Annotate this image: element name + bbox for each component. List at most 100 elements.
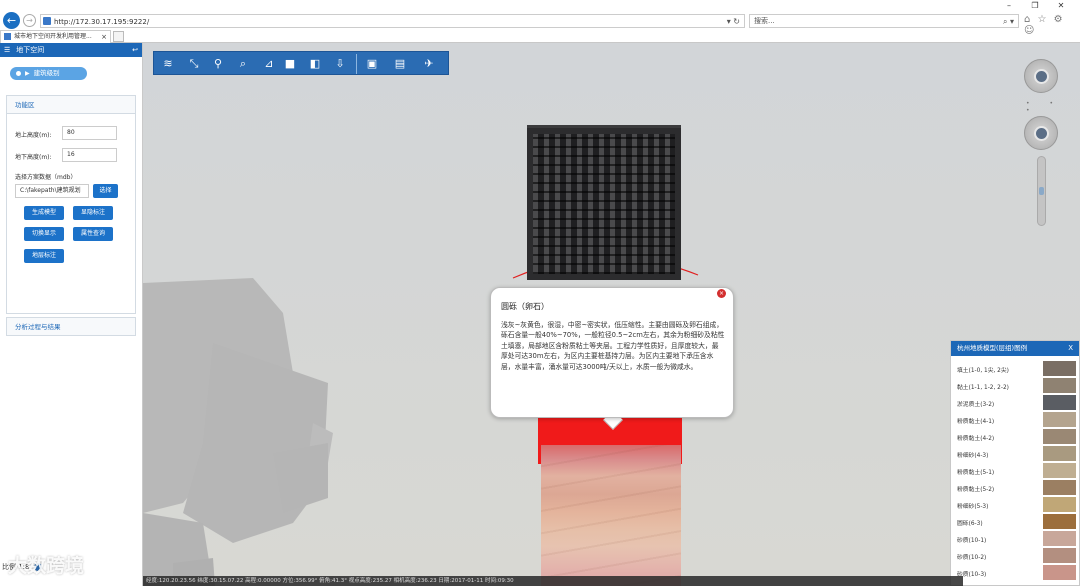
- site-favicon-icon: [43, 17, 51, 25]
- legend-swatch: [1043, 395, 1076, 410]
- dot-icon: [16, 70, 21, 76]
- address-url[interactable]: http://172.30.17.195:9222/: [54, 16, 149, 28]
- search-placeholder: 搜索...: [754, 17, 775, 25]
- forward-button[interactable]: →: [23, 14, 36, 27]
- download-icon[interactable]: ⇩: [331, 55, 349, 73]
- below-height-label: 地下高度(m):: [15, 154, 52, 161]
- legend-item-label: 粉细砂(5-3): [957, 504, 989, 510]
- broom-icon[interactable]: ⚲: [209, 55, 227, 73]
- window-controls[interactable]: – ❐ ✕: [996, 1, 1074, 10]
- left-panel: ☰ 地下空间 ↩ ▶ 建筑级别 功能区 地上高度(m): 80 地下高度(m): 1…: [0, 43, 143, 586]
- legend-swatch: [1043, 446, 1076, 461]
- gray-block: [273, 443, 328, 513]
- zoom-knob[interactable]: [1039, 187, 1044, 195]
- minimize-button[interactable]: –: [996, 1, 1022, 10]
- legend-item-label: 砂质(10-1): [957, 538, 987, 544]
- map-book-icon[interactable]: ▤: [391, 55, 409, 73]
- legend-swatch: [1043, 429, 1076, 444]
- watermark: 大数跨境: [8, 555, 85, 577]
- legend-swatch: [1043, 497, 1076, 512]
- search-box[interactable]: 搜索... ⌕ ▾: [749, 14, 1019, 28]
- airplane-icon[interactable]: ✈: [420, 55, 438, 73]
- legend-item-label: 淤泥质土(3-2): [957, 402, 995, 408]
- legend-title: 杭州地质模型(层组)图例: [957, 344, 1028, 352]
- popup-body: 浅灰~灰黄色，很湿，中密~密实状，低压缩性。主要由圆砾及卵石组成，砾石含量一般4…: [501, 321, 725, 371]
- geo-layer-stack[interactable]: [541, 445, 681, 586]
- pan-widget[interactable]: [1024, 116, 1058, 150]
- legend-item-label: 粉质黏土(4-1): [957, 419, 995, 425]
- nav-dots: • • •: [1026, 100, 1062, 114]
- legend-item-label: 粉质黏土(5-2): [957, 487, 995, 493]
- cursor-icon[interactable]: ⤡: [185, 55, 203, 73]
- popup-close-icon[interactable]: ×: [717, 289, 726, 298]
- back-icon[interactable]: ↩: [132, 43, 138, 57]
- tag-button-label: 建筑级别: [33, 69, 60, 77]
- above-height-label: 地上高度(m):: [15, 132, 52, 139]
- search-controls[interactable]: ⌕ ▾: [1003, 15, 1014, 28]
- legend-swatch: [1043, 565, 1076, 580]
- legend-item-label: 砂质(10-2): [957, 555, 987, 561]
- address-controls[interactable]: ▾ ↻: [727, 15, 740, 28]
- switch-display-button[interactable]: 切换显示: [24, 227, 64, 241]
- magnify-icon[interactable]: ⌕: [234, 55, 252, 73]
- choose-file-button[interactable]: 选择: [93, 184, 118, 198]
- play-arrow-icon: ▶: [25, 70, 30, 77]
- menu-icon[interactable]: ☰: [4, 43, 10, 57]
- browser-toolbar-icons[interactable]: ⌂ ☆ ⚙ ☺: [1024, 14, 1080, 36]
- legend-item-label: 黏土(1-1, 1-2, 2-2): [957, 385, 1009, 391]
- popup-title: 圆砾（卵石）: [501, 302, 549, 311]
- compass-center-icon[interactable]: [1034, 69, 1049, 84]
- function-section: 功能区 地上高度(m): 80 地下高度(m): 16 选择方案数据（mdb） …: [6, 95, 136, 314]
- generate-model-button[interactable]: 生成模型: [24, 206, 64, 220]
- legend-item-label: 圆砾(6-3): [957, 521, 983, 527]
- new-tab-button[interactable]: [113, 31, 124, 42]
- section-title: 功能区: [7, 96, 135, 114]
- close-window-button[interactable]: ✕: [1048, 1, 1074, 10]
- legend-close-icon[interactable]: X: [1068, 341, 1073, 356]
- cube-solid-icon[interactable]: ■: [281, 55, 299, 73]
- above-height-input[interactable]: 80: [62, 126, 117, 140]
- pan-center-icon[interactable]: [1034, 126, 1049, 141]
- building-model[interactable]: [527, 128, 681, 280]
- attribute-query-button[interactable]: 属性查询: [73, 227, 113, 241]
- browser-chrome: ← → http://172.30.17.195:9222/ ▾ ↻ 搜索...…: [0, 0, 1080, 43]
- legend-item-label: 粉质黏土(5-1): [957, 470, 995, 476]
- legend-swatch: [1043, 361, 1076, 376]
- map-toolbar: ≋ ⤡ ⚲ ⌕ ⊿ ■ ◧ ⇩ ▣ ▤ ✈: [153, 51, 449, 75]
- measure-icon[interactable]: ⊿: [260, 55, 278, 73]
- legend-swatch: [1043, 378, 1076, 393]
- legend-swatch: [1043, 514, 1076, 529]
- below-height-input[interactable]: 16: [62, 148, 117, 162]
- legend-swatch: [1043, 412, 1076, 427]
- file-path-input[interactable]: C:\fakepath\建筑规划: [15, 184, 89, 198]
- tab-favicon-icon: [4, 33, 11, 40]
- zoom-slider[interactable]: [1037, 156, 1046, 226]
- tab-close-icon[interactable]: ×: [101, 31, 107, 43]
- address-bar[interactable]: http://172.30.17.195:9222/ ▾ ↻: [40, 14, 745, 28]
- legend-header: 杭州地质模型(层组)图例 X: [951, 341, 1079, 356]
- toggle-labels-button[interactable]: 显隐标注: [73, 206, 113, 220]
- legend-item-label: 粉质黏土(4-2): [957, 436, 995, 442]
- legend-swatch: [1043, 531, 1076, 546]
- tab-title: 城市地下空间开发利用管理...: [14, 33, 92, 40]
- browser-tab[interactable]: 城市地下空间开发利用管理... ×: [0, 30, 111, 43]
- panel-header: ☰ 地下空间 ↩: [0, 43, 142, 57]
- building-windows: [533, 134, 675, 274]
- panel-title: 地下空间: [16, 46, 45, 54]
- restore-button[interactable]: ❐: [1022, 1, 1048, 10]
- legend-swatch: [1043, 548, 1076, 563]
- stratum-label-button[interactable]: 地层标注: [24, 249, 64, 263]
- layers-icon[interactable]: ≋: [159, 55, 177, 73]
- legend-item-label: 填土(1-0, 1尖, 2尖): [957, 368, 1009, 374]
- analysis-section-title[interactable]: 分析过程与结果: [6, 317, 136, 336]
- legend-panel: 杭州地质模型(层组)图例 X 填土(1-0, 1尖, 2尖) 黏土(1-1, 1-…: [950, 340, 1080, 586]
- screen-icon[interactable]: ▣: [363, 55, 381, 73]
- toolbar-separator: [356, 54, 357, 74]
- back-button[interactable]: ←: [3, 12, 20, 29]
- compass-widget[interactable]: [1024, 59, 1058, 93]
- box-icon[interactable]: ◧: [306, 55, 324, 73]
- building-level-tag-button[interactable]: ▶ 建筑级别: [10, 67, 87, 80]
- file-label: 选择方案数据（mdb）: [15, 174, 77, 181]
- legend-swatch: [1043, 480, 1076, 495]
- legend-item-label: 粉细砂(4-3): [957, 453, 989, 459]
